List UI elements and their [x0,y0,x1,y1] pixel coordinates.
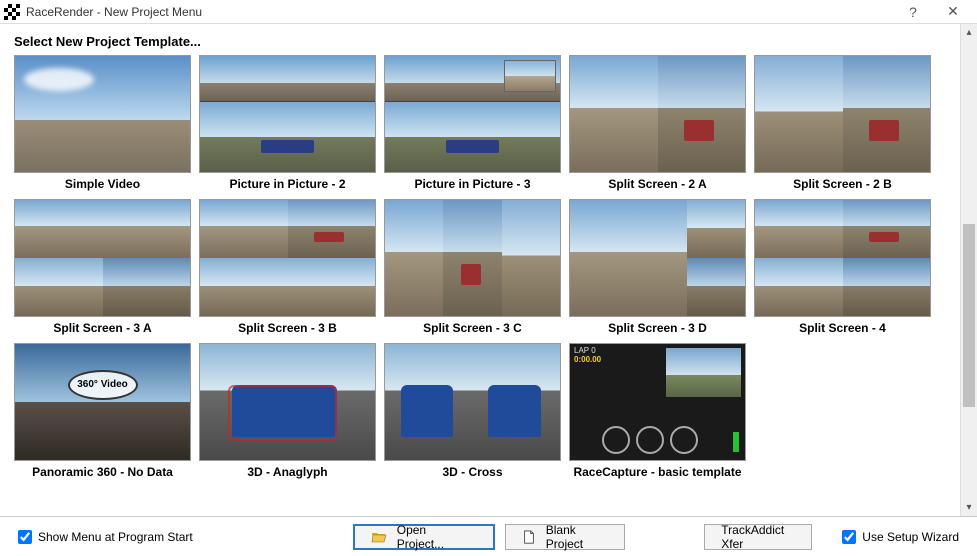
content-area: Select New Project Template... Simple Vi… [0,24,977,516]
template-thumbnail[interactable]: LAP 00:00.00 [569,343,746,461]
vertical-scrollbar[interactable]: ▴ ▾ [960,24,977,516]
help-icon: ? [909,4,917,20]
template-thumbnail[interactable] [384,199,561,317]
close-button[interactable]: ✕ [933,0,973,24]
app-icon [4,4,20,20]
pano-360-badge: 360° Video [68,370,138,400]
open-project-button[interactable]: Open Project... [353,524,495,550]
template-thumbnail[interactable] [14,55,191,173]
template-thumbnail[interactable] [199,343,376,461]
wizard-checkbox-wrap[interactable]: Use Setup Wizard [842,530,959,544]
template-label: Split Screen - 4 [799,321,886,335]
templates-grid: Simple Video Picture in Picture - 2 Pictur… [14,55,946,512]
template-label: 3D - Cross [442,465,502,479]
scroll-track[interactable] [961,41,977,499]
template-item[interactable]: 3D - Anaglyph [199,343,376,479]
window-title: RaceRender - New Project Menu [26,5,893,19]
template-item[interactable]: Split Screen - 2 A [569,55,746,191]
template-label: Panoramic 360 - No Data [32,465,173,479]
folder-open-icon [371,529,387,545]
template-label: RaceCapture - basic template [573,465,741,479]
template-label: Picture in Picture - 2 [229,177,345,191]
template-label: Split Screen - 3 A [53,321,151,335]
scroll-up-button[interactable]: ▴ [961,24,977,41]
show-menu-checkbox[interactable] [18,530,32,544]
template-item[interactable]: Split Screen - 3 D [569,199,746,335]
template-thumbnail[interactable] [384,55,561,173]
blank-document-icon [522,529,536,545]
template-label: Split Screen - 3 B [238,321,337,335]
close-icon: ✕ [947,3,959,20]
scroll-thumb[interactable] [963,224,975,407]
scroll-down-button[interactable]: ▾ [961,499,977,516]
template-label: Simple Video [65,177,140,191]
template-item[interactable]: Simple Video [14,55,191,191]
show-menu-label: Show Menu at Program Start [38,530,193,544]
template-item[interactable]: Split Screen - 2 B [754,55,931,191]
template-thumbnail[interactable] [199,55,376,173]
show-menu-checkbox-wrap[interactable]: Show Menu at Program Start [18,530,193,544]
template-item[interactable]: Split Screen - 3 C [384,199,561,335]
template-item[interactable]: 360° Video Panoramic 360 - No Data [14,343,191,479]
template-label: 3D - Anaglyph [247,465,327,479]
template-thumbnail[interactable] [754,199,931,317]
wizard-label: Use Setup Wizard [862,530,959,544]
template-label: Split Screen - 2 B [793,177,892,191]
blank-project-button[interactable]: Blank Project [505,524,625,550]
template-item[interactable]: Picture in Picture - 3 [384,55,561,191]
page-heading: Select New Project Template... [14,34,946,49]
window-titlebar: RaceRender - New Project Menu ? ✕ [0,0,977,24]
footer-bar: Show Menu at Program Start Open Project.… [0,516,977,556]
template-thumbnail[interactable] [384,343,561,461]
main-panel: Select New Project Template... Simple Vi… [0,24,960,516]
template-label: Split Screen - 3 D [608,321,707,335]
template-thumbnail[interactable] [754,55,931,173]
template-label: Split Screen - 3 C [423,321,522,335]
template-item[interactable]: Split Screen - 3 B [199,199,376,335]
template-item[interactable]: Split Screen - 4 [754,199,931,335]
template-item[interactable]: 3D - Cross [384,343,561,479]
help-button[interactable]: ? [893,0,933,24]
template-item[interactable]: Picture in Picture - 2 [199,55,376,191]
blank-project-label: Blank Project [546,523,608,551]
template-thumbnail[interactable] [199,199,376,317]
template-label: Picture in Picture - 3 [414,177,530,191]
template-thumbnail[interactable] [14,199,191,317]
open-project-label: Open Project... [397,523,477,551]
template-thumbnail[interactable]: 360° Video [14,343,191,461]
trackaddict-xfer-button[interactable]: TrackAddict Xfer [704,524,812,550]
template-thumbnail[interactable] [569,199,746,317]
trackaddict-label: TrackAddict Xfer [721,523,795,551]
template-thumbnail[interactable] [569,55,746,173]
wizard-checkbox[interactable] [842,530,856,544]
template-item[interactable]: LAP 00:00.00 RaceCapture - basic template [569,343,746,479]
template-label: Split Screen - 2 A [608,177,706,191]
template-item[interactable]: Split Screen - 3 A [14,199,191,335]
